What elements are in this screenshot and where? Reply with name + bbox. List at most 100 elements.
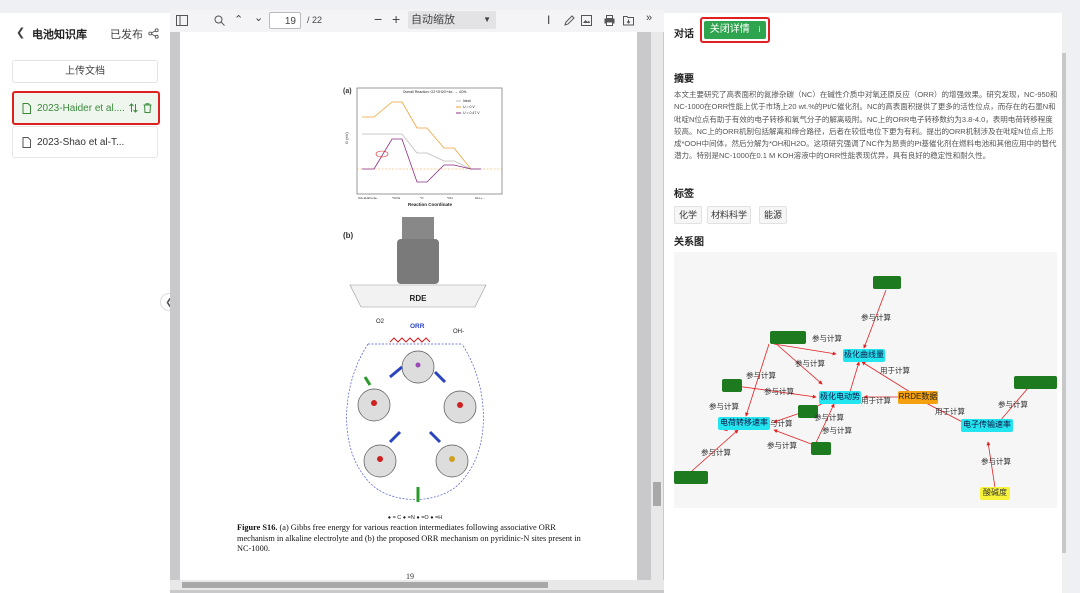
previous-page-icon[interactable]: ⌃: [234, 13, 243, 26]
page-total: / 22: [307, 15, 323, 25]
graph-node[interactable]: [1014, 376, 1057, 389]
left-panel-header: ❮ 电池知识库 已发布: [0, 23, 170, 45]
svg-text:*OH: *OH: [447, 196, 453, 200]
zoom-select-value: 自动缩放: [411, 14, 455, 26]
svg-text:Reaction Coordinate: Reaction Coordinate: [408, 202, 453, 207]
publish-status-button[interactable]: 已发布: [110, 26, 159, 42]
edge-label: 参与计算: [822, 426, 852, 435]
svg-text:*OOH: *OOH: [392, 196, 400, 200]
save-icon[interactable]: [623, 15, 634, 26]
edge-label: 用于计算: [935, 407, 965, 416]
horizontal-scrollbar-thumb[interactable]: [182, 582, 548, 588]
figure-caption: Figure S16. (a) Gibbs free energy for va…: [237, 523, 595, 555]
gibbs-energy-figure: Overall Reaction: O2+2H2O+4e- → 4OH- Ide…: [344, 87, 503, 207]
svg-text:U = 0 V: U = 0 V: [463, 105, 475, 109]
relationship-graph[interactable]: 极化曲线量 极化电动势 RRDE数据 电荷转移速率 电子传输速率 酸碱度 参与计…: [674, 252, 1057, 508]
more-tools-icon[interactable]: »: [646, 12, 652, 24]
graph-node[interactable]: [674, 471, 708, 484]
svg-text:OH-+...: OH-+...: [475, 196, 485, 200]
tag-materials-science[interactable]: 材料科学: [707, 206, 751, 224]
graph-node-ph[interactable]: 酸碱度: [980, 487, 1010, 500]
edge-label: 参与计算: [861, 313, 891, 322]
graph-node[interactable]: [873, 276, 901, 289]
tag-label: 化学: [678, 210, 697, 220]
graph-title: 关系图: [674, 237, 704, 248]
page-number-input[interactable]: 19: [269, 12, 301, 29]
abstract-title: 摘要: [674, 74, 694, 85]
svg-text:*O: *O: [420, 196, 424, 200]
image-icon[interactable]: [581, 15, 592, 26]
close-detail-button[interactable]: 关闭详情 i: [704, 21, 766, 39]
print-icon[interactable]: [604, 15, 615, 26]
delete-icon[interactable]: [143, 103, 152, 113]
upload-document-label: 上传文档: [65, 66, 105, 77]
close-detail-label: 关闭详情: [709, 24, 750, 35]
graph-node-label: RRDE数据: [898, 392, 938, 401]
document-icon: [22, 136, 31, 148]
page-number-value: 19: [284, 16, 296, 27]
vertical-scrollbar[interactable]: [651, 32, 663, 583]
document-name: 2023-Shao et al-T...: [37, 136, 125, 148]
svg-text:OH-: OH-: [453, 329, 464, 335]
edge-label: 用于计算: [880, 366, 910, 375]
upload-document-button[interactable]: 上传文档: [12, 60, 158, 83]
edge-label: 与计算: [770, 419, 793, 428]
svg-text:ORR: ORR: [410, 323, 425, 330]
graph-node-label: 酸碱度: [983, 488, 1007, 497]
graph-node[interactable]: [722, 379, 742, 392]
chevron-down-icon: ▼: [483, 15, 491, 24]
tag-energy[interactable]: 能源: [759, 206, 787, 224]
search-icon[interactable]: [214, 15, 225, 26]
horizontal-scrollbar[interactable]: [170, 580, 664, 590]
info-icon: i: [758, 25, 761, 34]
tag-chemistry[interactable]: 化学: [674, 206, 702, 224]
abstract-text: 本文主要研究了高表面积的氮掺杂碳（NC）在碱性介质中对氧还原反应（ORR）的增强…: [674, 90, 1058, 161]
pdf-viewer[interactable]: (a) Overall Reaction: O2+2H2O+4e- → 4OH-…: [170, 32, 664, 593]
graph-node-label: 极化曲线量: [844, 350, 884, 359]
text-select-icon[interactable]: I: [547, 13, 550, 27]
svg-text:RDE: RDE: [410, 294, 428, 303]
next-page-icon[interactable]: ⌄: [254, 11, 263, 24]
knowledge-base-panel: ❮ 电池知识库 已发布 上传文档 2023-Haider et al.... 2…: [0, 13, 178, 593]
svg-text:O2+2H2O+4e-: O2+2H2O+4e-: [358, 196, 378, 200]
edge-label: 参与计算: [981, 457, 1011, 466]
tags-title: 标签: [674, 189, 694, 200]
zoom-select[interactable]: 自动缩放 ▼: [408, 11, 496, 29]
graph-node-rrde-data[interactable]: RRDE数据: [898, 391, 938, 404]
figure-caption-label: Figure S16.: [237, 523, 278, 532]
edge-label: 参与计算: [795, 359, 825, 368]
knowledge-base-title[interactable]: 电池知识库: [32, 26, 87, 42]
pdf-page: (a) Overall Reaction: O2+2H2O+4e- → 4OH-…: [180, 32, 637, 581]
draw-icon[interactable]: [564, 15, 575, 26]
graph-node-charge-transfer-rate[interactable]: 电荷转移速率: [718, 417, 770, 430]
edge-label: 参与计算: [998, 400, 1028, 409]
document-item[interactable]: 2023-Shao et al-T...: [12, 126, 158, 158]
zoom-out-icon[interactable]: −: [374, 11, 382, 27]
right-panel-scrollbar-thumb[interactable]: [1062, 53, 1066, 553]
edge-label: 参与计算: [767, 441, 797, 450]
tag-label: 能源: [763, 210, 782, 220]
graph-node[interactable]: [770, 331, 806, 344]
right-panel-scrollbar[interactable]: [1062, 13, 1066, 593]
graph-node-polarization-curve[interactable]: 极化曲线量: [843, 349, 885, 362]
back-chevron-icon[interactable]: ❮: [16, 26, 25, 39]
document-item-selected[interactable]: 2023-Haider et al....: [12, 91, 160, 125]
svg-text:O2: O2: [376, 319, 385, 325]
edge-label: 参与计算: [746, 371, 776, 380]
svg-text:● = C ● =N ● =O ● =H: ● = C ● =N ● =O ● =H: [388, 515, 443, 521]
edge-label: 参与计算: [701, 448, 731, 457]
orr-mechanism-illustration: RDE O2 ORR OH- ● = C ● =N ● =O ● =H: [346, 217, 487, 521]
graph-node-electron-transport-rate[interactable]: 电子传输速率: [961, 419, 1013, 432]
svg-text:Ideal: Ideal: [463, 99, 471, 103]
sort-icon[interactable]: [129, 103, 138, 113]
zoom-in-icon[interactable]: +: [392, 11, 400, 27]
tab-dialog[interactable]: 对话: [674, 25, 694, 40]
edge-label: 参与计算: [764, 387, 794, 396]
graph-node-polarization-emf[interactable]: 极化电动势: [819, 391, 861, 404]
sidebar-toggle-icon[interactable]: [176, 15, 188, 26]
graph-node[interactable]: [811, 442, 831, 455]
vertical-scrollbar-thumb[interactable]: [653, 482, 661, 506]
share-icon: [148, 28, 159, 39]
figure-caption-text: (a) Gibbs free energy for various reacti…: [237, 523, 581, 553]
svg-text:Overall Reaction: O2+2H2O+4e-: Overall Reaction: O2+2H2O+4e- → 4OH-: [403, 90, 468, 94]
